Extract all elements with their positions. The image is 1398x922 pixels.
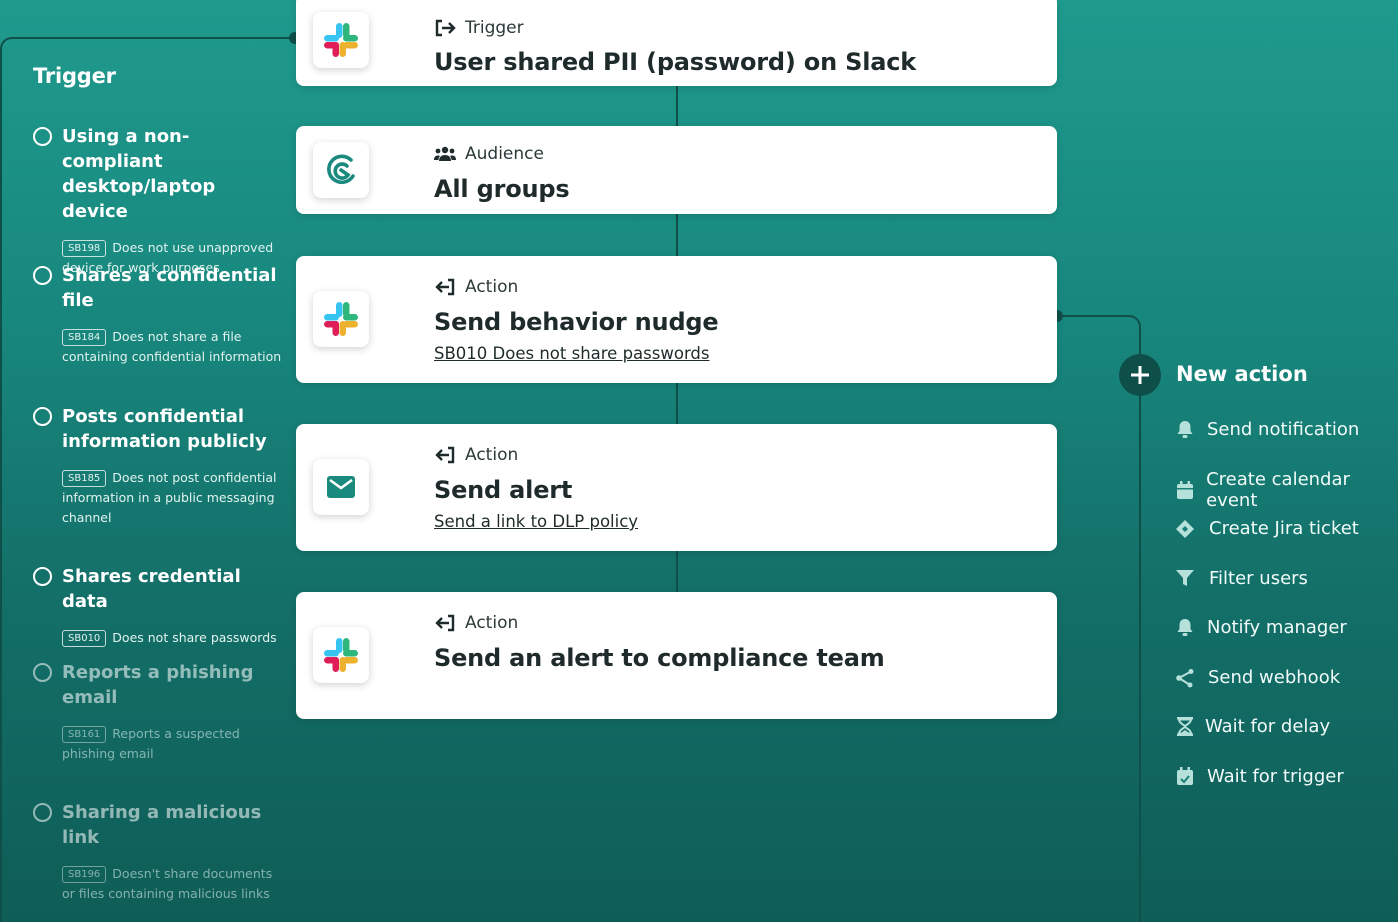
calendar-check-icon — [1175, 767, 1195, 787]
radio-icon[interactable] — [33, 663, 52, 682]
action-icon — [435, 278, 455, 296]
action-item-create-calendar-event[interactable]: Create calendar event — [1175, 469, 1398, 511]
slack-icon — [313, 291, 369, 347]
card-kind-label: Action — [465, 445, 519, 465]
card-title: Send behavior nudge — [434, 308, 719, 336]
trigger-option-label: Reports a phishing email — [62, 662, 254, 708]
card-title: All groups — [434, 175, 570, 203]
action-card-compliance[interactable]: Action Send an alert to compliance team — [296, 592, 1057, 719]
jira-icon — [1175, 519, 1195, 539]
card-kind: Action — [434, 613, 518, 633]
trigger-connector-vertical — [0, 50, 2, 922]
new-action-label[interactable]: New action — [1176, 362, 1308, 386]
mail-icon — [313, 459, 369, 515]
action-item-label: Create Jira ticket — [1209, 518, 1359, 539]
left-panel-title: Trigger — [33, 64, 116, 88]
hourglass-icon — [1175, 717, 1195, 737]
action-item-send-webhook[interactable]: Send webhook — [1175, 667, 1340, 688]
action-item-label: Filter users — [1209, 568, 1308, 589]
action-item-notify-manager[interactable]: Notify manager — [1175, 617, 1347, 638]
trigger-option[interactable]: Shares credential data SB010 Does not sha… — [33, 564, 283, 648]
trigger-option-label: Using a non-compliant desktop/laptop dev… — [62, 126, 216, 222]
behavior-code-badge: SB198 — [62, 240, 107, 257]
action-item-send-notification[interactable]: Send notification — [1175, 419, 1359, 440]
card-title: User shared PII (password) on Slack — [434, 48, 917, 76]
card-title: Send alert — [434, 476, 573, 504]
action-item-wait-for-trigger[interactable]: Wait for trigger — [1175, 766, 1344, 787]
trigger-connector-corner — [0, 37, 16, 53]
action-item-label: Wait for trigger — [1207, 766, 1344, 787]
trigger-connector-line — [12, 37, 296, 39]
trigger-option[interactable]: Sharing a malicious link SB196 Doesn't sh… — [33, 800, 283, 904]
trigger-option-desc: Does not share passwords — [112, 630, 277, 645]
card-link[interactable]: SB010 Does not share passwords — [434, 344, 710, 363]
behavior-code-badge: SB196 — [62, 866, 107, 883]
trigger-card[interactable]: Trigger User shared PII (password) on Sl… — [296, 0, 1057, 86]
behavior-code-badge: SB184 — [62, 329, 107, 346]
radio-icon[interactable] — [33, 266, 52, 285]
action-item-label: Wait for delay — [1205, 716, 1331, 737]
action-item-label: Notify manager — [1207, 617, 1347, 638]
trigger-option-label: Shares credential data — [62, 566, 241, 612]
action-item-label: Send notification — [1207, 419, 1360, 440]
card-title: Send an alert to compliance team — [434, 644, 885, 672]
radio-icon[interactable] — [33, 567, 52, 586]
card-kind: Audience — [434, 144, 544, 164]
card-link[interactable]: Send a link to DLP policy — [434, 512, 638, 531]
slack-icon — [313, 627, 369, 683]
radio-icon[interactable] — [33, 407, 52, 426]
behavior-code-badge: SB010 — [62, 630, 107, 647]
calendar-icon — [1175, 480, 1194, 500]
trigger-icon — [435, 19, 456, 37]
card-kind: Trigger — [434, 18, 524, 38]
action-card-alert[interactable]: Action Send alert Send a link to DLP pol… — [296, 424, 1057, 551]
trigger-option-label: Shares a confidential file — [62, 265, 277, 311]
radio-icon[interactable] — [33, 127, 52, 146]
action-icon — [435, 614, 455, 632]
filter-icon — [1175, 569, 1195, 589]
trigger-option[interactable]: Using a non-compliant desktop/laptop dev… — [33, 124, 283, 278]
card-kind-label: Trigger — [465, 18, 524, 38]
audience-card[interactable]: Audience All groups — [296, 126, 1057, 214]
action-branch-line — [1057, 315, 1127, 317]
card-kind-label: Action — [465, 277, 519, 297]
card-kind: Action — [434, 445, 518, 465]
new-action-button[interactable] — [1119, 354, 1161, 396]
trigger-option[interactable]: Reports a phishing email SB161 Reports a … — [33, 660, 283, 764]
slack-icon — [313, 12, 369, 68]
radio-icon[interactable] — [33, 803, 52, 822]
webhook-icon — [1175, 668, 1195, 688]
action-item-label: Create calendar event — [1206, 469, 1350, 511]
bell-icon — [1175, 618, 1195, 638]
trigger-option[interactable]: Shares a confidential file SB184 Does not… — [33, 263, 283, 367]
behavior-code-badge: SB161 — [62, 726, 107, 743]
action-item-label: Send webhook — [1208, 667, 1341, 688]
action-item-create-jira-ticket[interactable]: Create Jira ticket — [1175, 518, 1359, 539]
card-kind: Action — [434, 277, 518, 297]
bell-icon — [1175, 420, 1195, 440]
action-card-nudge[interactable]: Action Send behavior nudge SB010 Does no… — [296, 256, 1057, 383]
brand-logo-icon — [313, 142, 369, 198]
plus-icon — [1131, 366, 1149, 384]
action-item-filter-users[interactable]: Filter users — [1175, 568, 1308, 589]
trigger-option-label: Sharing a malicious link — [62, 802, 262, 848]
action-item-wait-for-delay[interactable]: Wait for delay — [1175, 716, 1330, 737]
behavior-code-badge: SB185 — [62, 470, 107, 487]
trigger-option-label: Posts confidential information publicly — [62, 406, 267, 452]
card-kind-label: Action — [465, 613, 519, 633]
action-branch-vertical — [1139, 328, 1141, 922]
trigger-option[interactable]: Posts confidential information publicly … — [33, 404, 283, 528]
people-icon — [434, 146, 456, 161]
action-icon — [435, 446, 455, 464]
card-kind-label: Audience — [465, 144, 544, 164]
